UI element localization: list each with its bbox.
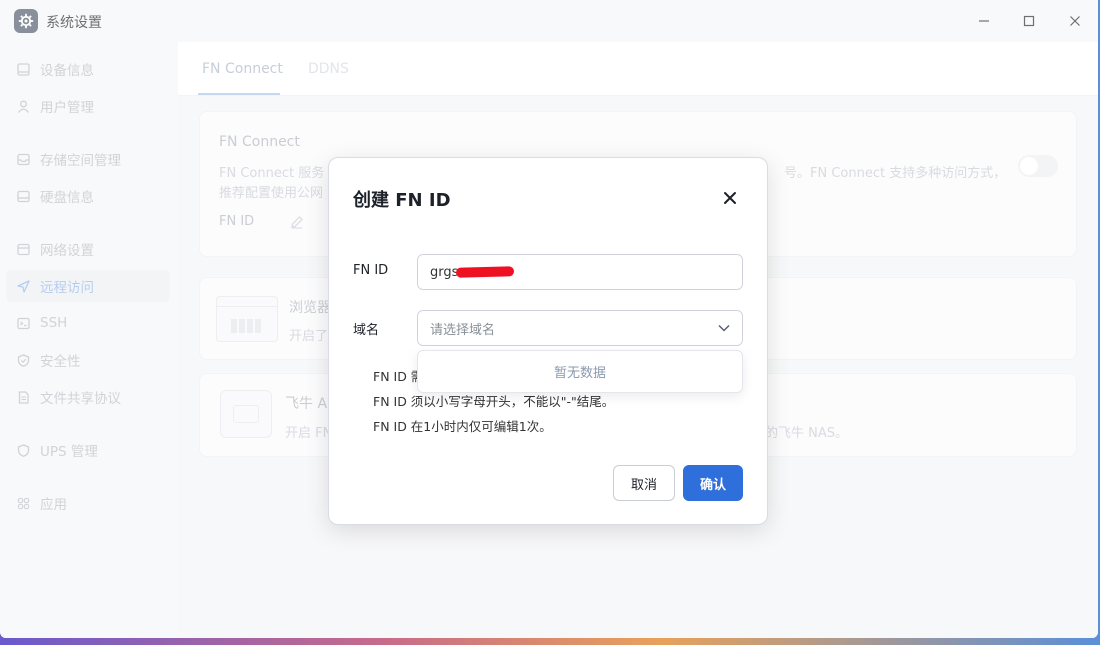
domain-dropdown-empty: 暂无数据 — [417, 350, 743, 393]
fn-id-field-label: FN ID — [353, 263, 389, 278]
hint-line-2: FN ID 须以小写字母开头，不能以"-"结尾。 — [373, 394, 615, 409]
chevron-down-icon — [718, 324, 730, 332]
redaction-mark — [455, 266, 515, 278]
domain-select-placeholder: 请选择域名 — [430, 322, 496, 338]
settings-window: 系统设置 设备信息 用户管理 存储空间管理 硬盘信息 网络设置 远程访问 SSH… — [0, 0, 1098, 638]
hint-line-1: FN ID 需 — [373, 369, 424, 384]
create-fn-id-dialog: 创建 FN ID FN ID 域名 请选择域名 暂无数据 FN ID 需 FN … — [328, 157, 768, 525]
close-dialog-button[interactable] — [719, 187, 741, 209]
close-icon — [724, 192, 736, 204]
hint-line-3: FN ID 在1小时内仅可编辑1次。 — [373, 419, 552, 434]
domain-select[interactable]: 请选择域名 — [417, 310, 743, 346]
cancel-button[interactable]: 取消 — [613, 465, 675, 501]
dialog-title: 创建 FN ID — [353, 190, 451, 211]
confirm-button[interactable]: 确认 — [683, 465, 743, 501]
domain-field-label: 域名 — [353, 323, 380, 338]
